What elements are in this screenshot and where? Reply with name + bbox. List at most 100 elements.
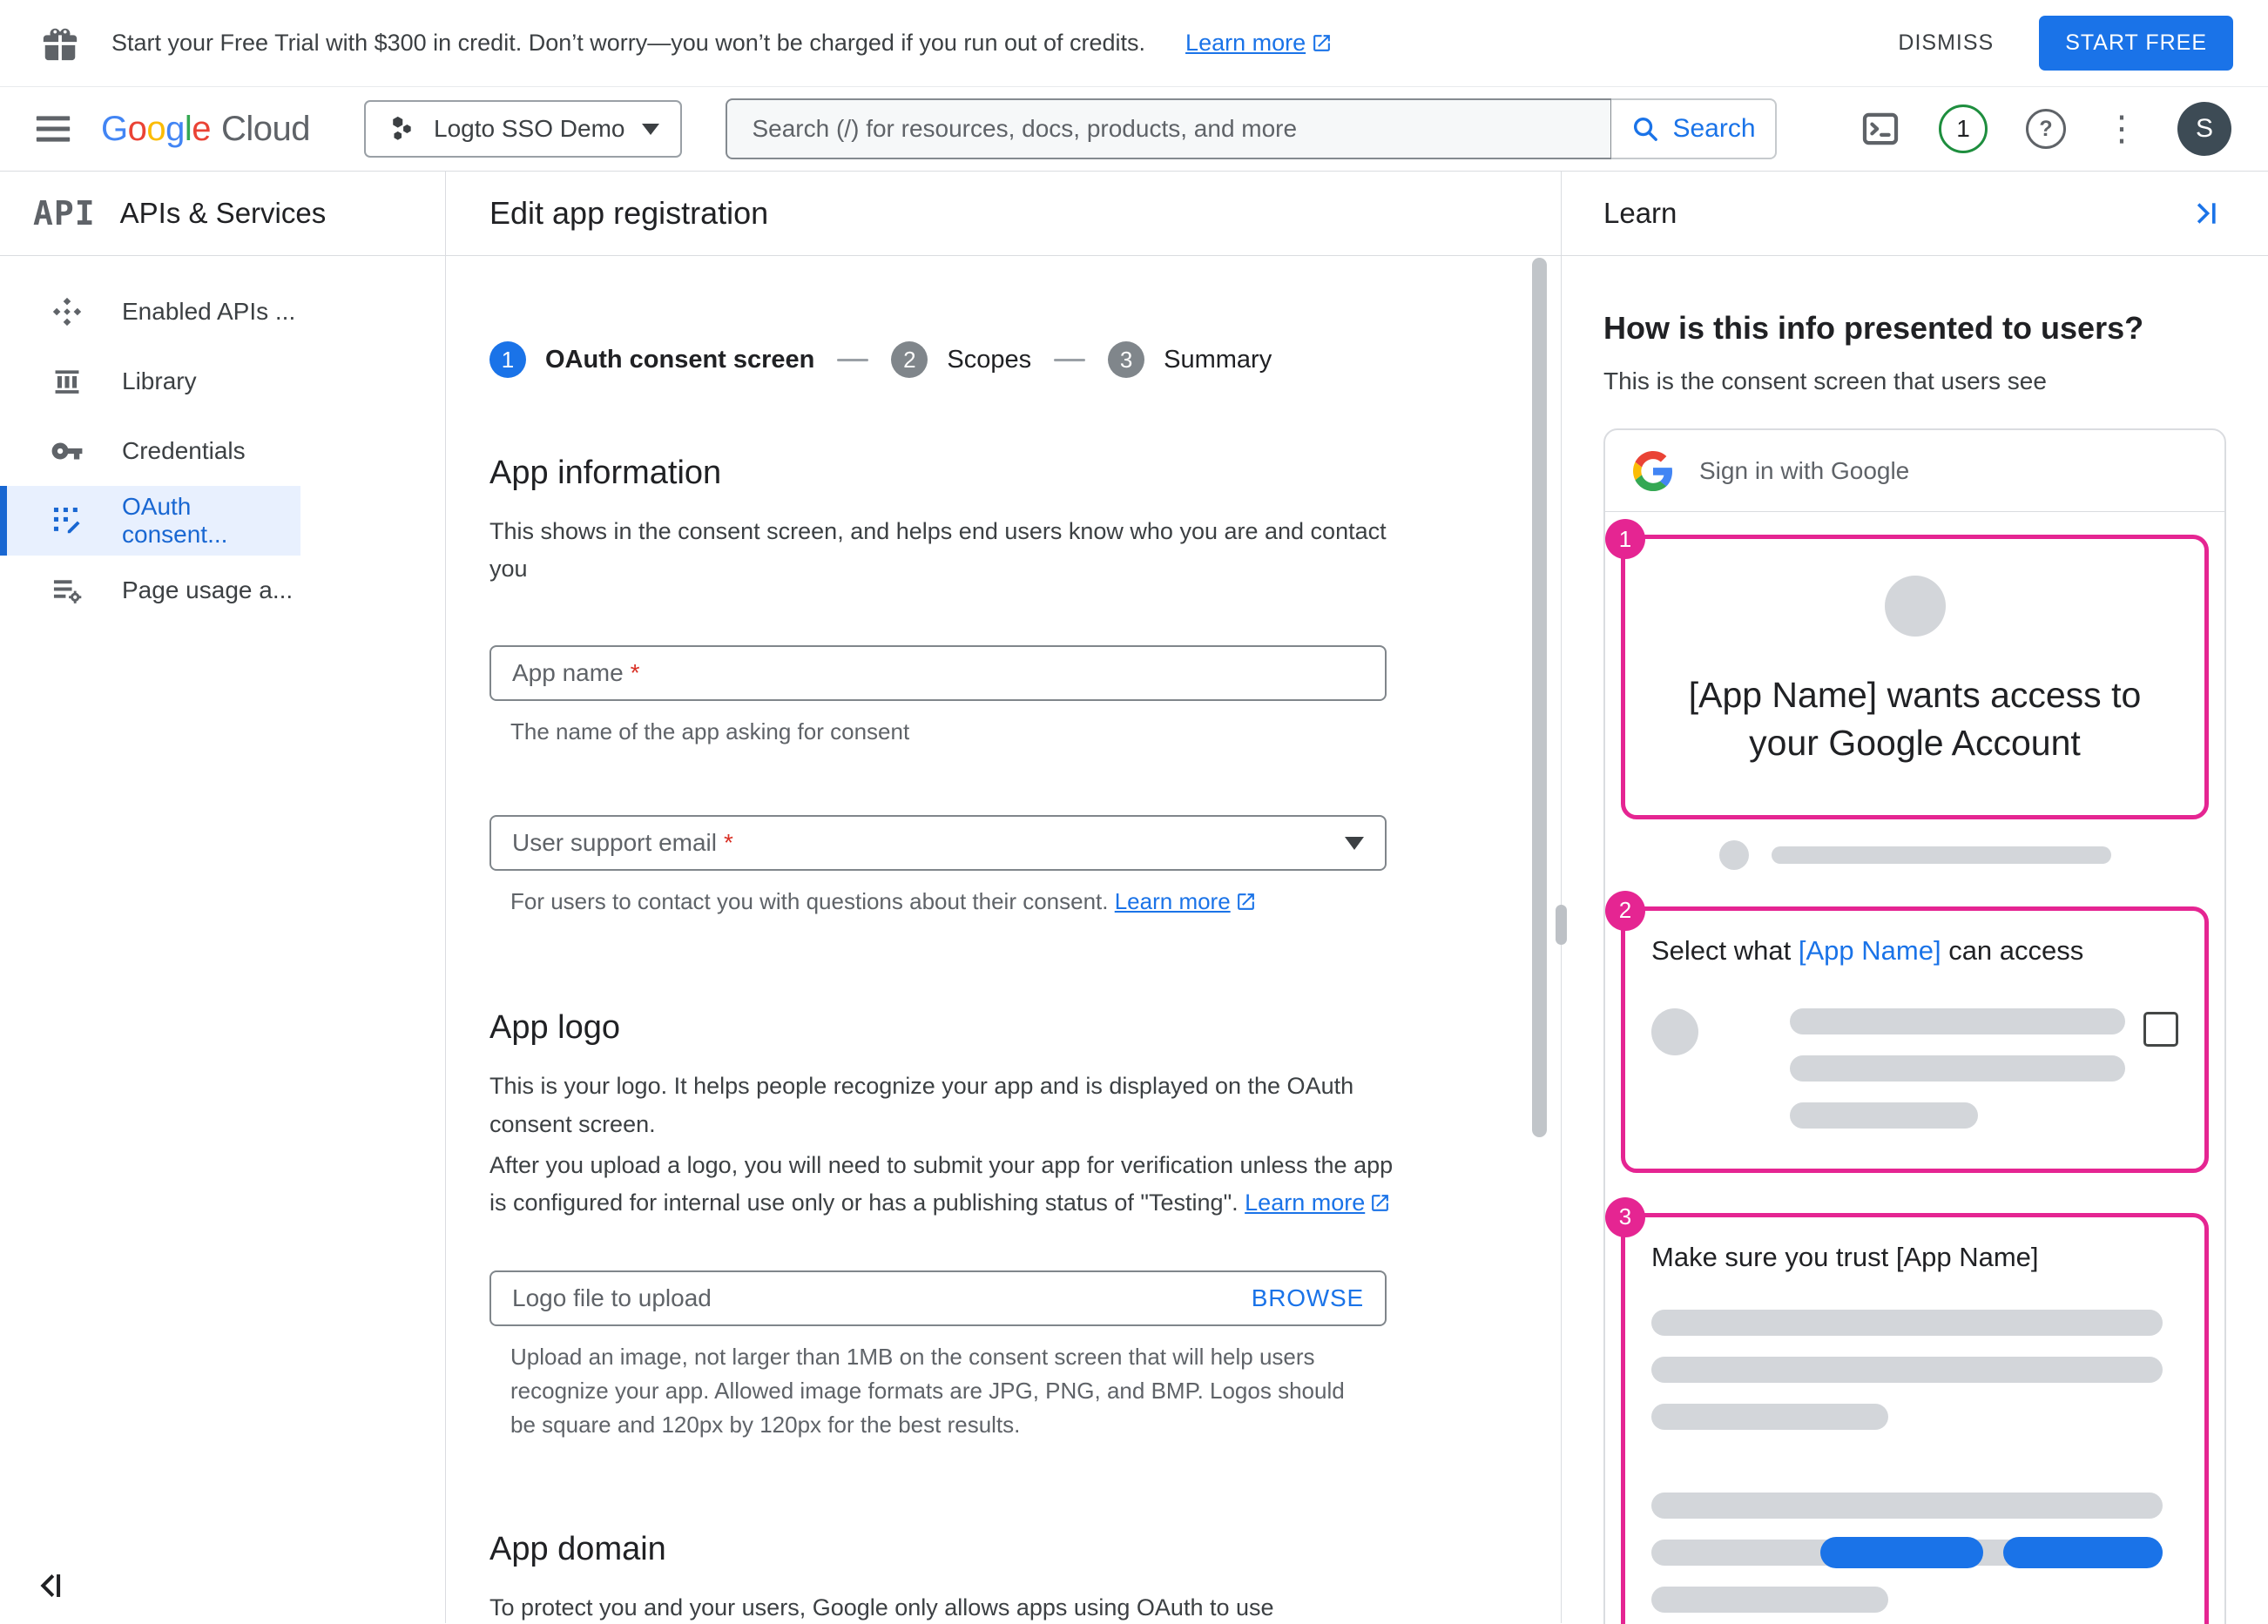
external-link-icon bbox=[1313, 35, 1330, 51]
start-free-button[interactable]: START FREE bbox=[2039, 16, 2233, 71]
banner-learn-more-link[interactable]: Learn more bbox=[1185, 30, 1333, 57]
select-access-title: Select what [App Name] can access bbox=[1651, 934, 2084, 966]
step-oauth-consent-screen[interactable]: 1 OAuth consent screen bbox=[489, 341, 814, 378]
free-trial-banner: Start your Free Trial with $300 in credi… bbox=[0, 0, 2268, 87]
app-information-description: This shows in the consent screen, and he… bbox=[489, 518, 1387, 583]
key-icon bbox=[51, 435, 84, 468]
apis-services-sidebar: API APIs & Services Enabled APIs ... Lib… bbox=[0, 172, 446, 1623]
app-header: Google Cloud Logto SSO Demo Search (/) f… bbox=[0, 87, 2268, 172]
google-cloud-logo[interactable]: Google Cloud bbox=[101, 109, 311, 149]
step-divider bbox=[1054, 358, 1086, 361]
placeholder-avatar bbox=[1884, 576, 1946, 637]
placeholder-checkbox bbox=[2143, 1011, 2178, 1047]
required-asterisk: * bbox=[630, 659, 640, 687]
cloud-shell-icon[interactable] bbox=[1860, 109, 1900, 149]
app-name-helper: The name of the app asking for consent bbox=[510, 718, 910, 745]
support-email-helper: For users to contact you with questions … bbox=[510, 885, 1373, 919]
app-name-field[interactable]: App name * bbox=[489, 645, 1387, 702]
account-avatar[interactable]: S bbox=[2177, 102, 2231, 156]
dismiss-button[interactable]: DISMISS bbox=[1898, 30, 1994, 56]
gift-icon bbox=[40, 24, 80, 64]
placeholder-bar bbox=[1651, 1310, 2163, 1337]
step-divider bbox=[837, 358, 869, 361]
step-scopes[interactable]: 2 Scopes bbox=[891, 341, 1031, 378]
placeholder-bar bbox=[1790, 1102, 1978, 1129]
app-information-heading: App information bbox=[489, 455, 722, 491]
global-search: Search (/) for resources, docs, products… bbox=[726, 98, 1777, 159]
app-logo-learn-more-link[interactable]: Learn more bbox=[1245, 1184, 1391, 1222]
sidebar-item-enabled-apis[interactable]: Enabled APIs ... bbox=[0, 277, 300, 347]
notifications-badge[interactable]: 1 bbox=[1939, 104, 1988, 153]
learn-subtitle: This is the consent screen that users se… bbox=[1603, 367, 2047, 394]
required-asterisk: * bbox=[723, 829, 733, 857]
learn-heading: How is this info presented to users? bbox=[1603, 310, 2144, 346]
more-vert-icon[interactable]: ⋮ bbox=[2104, 111, 2139, 146]
notification-count: 1 bbox=[1956, 115, 1970, 142]
google-g-icon bbox=[1633, 450, 1673, 491]
sidebar-item-oauth-consent[interactable]: OAuth consent... bbox=[0, 486, 300, 556]
collapse-learn-panel-icon[interactable] bbox=[2190, 197, 2223, 230]
app-logo-description-2: After you upload a logo, you will need t… bbox=[489, 1147, 1400, 1222]
dropdown-caret-icon bbox=[1345, 836, 1364, 850]
library-icon bbox=[51, 365, 84, 398]
placeholder-bar bbox=[1771, 846, 2111, 864]
annotation-block-2: 2 Select what [App Name] can access bbox=[1605, 890, 2209, 1173]
chevron-down-icon bbox=[642, 123, 660, 135]
support-email-learn-more-link[interactable]: Learn more bbox=[1115, 885, 1257, 919]
step-summary[interactable]: 3 Summary bbox=[1108, 341, 1272, 378]
placeholder-circle bbox=[1651, 1007, 1698, 1055]
menu-icon[interactable] bbox=[33, 109, 73, 149]
project-selector[interactable]: Logto SSO Demo bbox=[364, 100, 683, 158]
logo-upload-helper: Upload an image, not larger than 1MB on … bbox=[510, 1344, 1345, 1439]
vertical-scrollbar[interactable] bbox=[1532, 258, 1547, 1137]
consent-screen-preview: Sign in with Google 1 [App Name] wants a… bbox=[1603, 428, 2226, 1624]
placeholder-bar bbox=[1651, 1404, 1889, 1431]
banner-message: Start your Free Trial with $300 in credi… bbox=[111, 30, 1146, 56]
oauth-consent-icon bbox=[51, 504, 84, 537]
browse-button[interactable]: BROWSE bbox=[1252, 1284, 1364, 1312]
page-usage-icon bbox=[51, 574, 84, 607]
project-name: Logto SSO Demo bbox=[434, 115, 625, 142]
learn-panel-title: Learn bbox=[1603, 197, 1677, 229]
help-icon[interactable]: ? bbox=[2026, 109, 2066, 149]
search-button[interactable]: Search bbox=[1611, 98, 1777, 159]
placeholder-link-pill bbox=[2003, 1537, 2163, 1569]
placeholder-bar bbox=[1790, 1055, 2125, 1082]
sidebar-item-credentials[interactable]: Credentials bbox=[0, 416, 300, 486]
placeholder-link-pill bbox=[1819, 1537, 1984, 1569]
annotation-badge-2: 2 bbox=[1605, 890, 1645, 931]
enabled-apis-icon bbox=[51, 295, 84, 328]
placeholder-bar-with-links bbox=[1651, 1537, 2178, 1569]
annotation-badge-3: 3 bbox=[1605, 1196, 1645, 1237]
edit-app-registration-panel: Edit app registration 1 OAuth consent sc… bbox=[446, 172, 1561, 1623]
signin-with-google-title: Sign in with Google bbox=[1699, 456, 1910, 484]
page-title: Edit app registration bbox=[489, 195, 769, 231]
collapse-sidebar-icon[interactable] bbox=[31, 1567, 68, 1604]
sidebar-item-library[interactable]: Library bbox=[0, 347, 300, 416]
placeholder-account-row bbox=[1605, 839, 2224, 870]
wizard-stepper: 1 OAuth consent screen 2 Scopes 3 Summar… bbox=[489, 341, 1509, 378]
sidebar-item-page-usage[interactable]: Page usage a... bbox=[0, 556, 300, 625]
trust-app-title: Make sure you trust [App Name] bbox=[1651, 1241, 2039, 1272]
external-link-icon bbox=[1237, 893, 1254, 911]
api-product-icon: API bbox=[33, 194, 96, 232]
project-hexagons-icon bbox=[387, 114, 416, 144]
annotation-block-1: 1 [App Name] wants access to your Google… bbox=[1605, 519, 2209, 819]
avatar-initial: S bbox=[2195, 114, 2213, 143]
panel-resize-handle[interactable] bbox=[1556, 905, 1567, 945]
placeholder-bar bbox=[1651, 1493, 2163, 1520]
app-domain-description: To protect you and your users, Google on… bbox=[489, 1594, 1274, 1621]
logo-upload-field[interactable]: Logo file to upload BROWSE bbox=[489, 1270, 1387, 1327]
app-wants-access-text: [App Name] wants access to your Google A… bbox=[1688, 675, 2142, 764]
app-logo-description-1: This is your logo. It helps people recog… bbox=[489, 1073, 1354, 1137]
external-link-icon bbox=[1372, 1195, 1389, 1211]
search-input[interactable]: Search (/) for resources, docs, products… bbox=[726, 98, 1611, 159]
sidebar-title: APIs & Services bbox=[119, 197, 327, 229]
placeholder-bar bbox=[1651, 1587, 1889, 1614]
user-support-email-select[interactable]: User support email * bbox=[489, 815, 1387, 872]
search-placeholder: Search (/) for resources, docs, products… bbox=[752, 115, 1298, 142]
learn-panel: Learn How is this info presented to user… bbox=[1556, 172, 2268, 1624]
placeholder-bar bbox=[1651, 1357, 2163, 1384]
cloud-wordmark: Cloud bbox=[221, 109, 311, 148]
